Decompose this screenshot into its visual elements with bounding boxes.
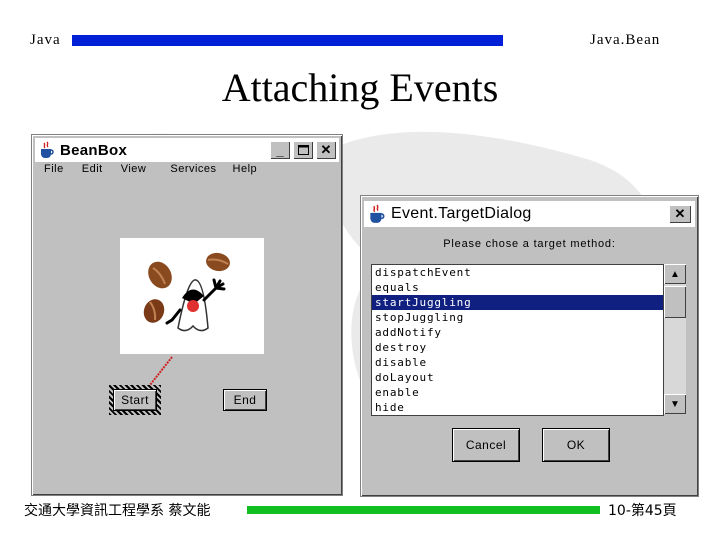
juggler-bean-image[interactable]	[120, 238, 264, 354]
list-item[interactable]: disable	[372, 355, 663, 370]
beanbox-titlebar[interactable]: BeanBox _ ✕	[35, 138, 339, 162]
list-item[interactable]: startJuggling	[372, 295, 663, 310]
header-rule	[72, 35, 503, 46]
beanbox-menubar: File Edit View Services Help	[36, 163, 338, 179]
start-button[interactable]: Start	[114, 390, 156, 410]
beanbox-window: BeanBox _ ✕ File Edit View Services Help…	[31, 134, 343, 496]
list-item[interactable]: doLayout	[372, 370, 663, 385]
header-right-label: Java.Bean	[590, 32, 661, 48]
menu-edit[interactable]: Edit	[82, 163, 103, 179]
close-icon[interactable]: ✕	[316, 141, 336, 159]
list-item[interactable]: dispatchEvent	[372, 265, 663, 280]
minimize-icon[interactable]: _	[270, 141, 290, 159]
menu-file[interactable]: File	[44, 163, 64, 179]
scroll-thumb[interactable]	[664, 286, 686, 318]
list-item[interactable]: enable	[372, 385, 663, 400]
maximize-icon[interactable]	[293, 141, 313, 159]
event-connection-line	[149, 356, 173, 386]
java-cup-icon	[370, 204, 385, 223]
slide-title: Attaching Events	[221, 65, 499, 110]
list-scrollbar[interactable]: ▲ ▼	[664, 264, 686, 414]
footer-page-number: 10-第45頁	[608, 503, 677, 519]
list-item[interactable]: stopJuggling	[372, 310, 663, 325]
menu-view[interactable]: View	[121, 163, 147, 179]
target-method-list[interactable]: dispatchEvent equals startJuggling stopJugg…	[371, 264, 664, 416]
list-item[interactable]: equals	[372, 280, 663, 295]
dialog-prompt: Please chose a target method:	[443, 238, 616, 250]
java-cup-icon	[41, 141, 54, 158]
header-left-label: Java	[30, 32, 61, 48]
end-button[interactable]: End	[224, 390, 266, 410]
menu-help[interactable]: Help	[233, 163, 258, 179]
footer-left-label: 交通大學資訊工程學系 蔡文能	[24, 503, 211, 519]
scroll-up-icon[interactable]: ▲	[664, 264, 686, 284]
dialog-titlebar[interactable]: Event.TargetDialog ✕	[364, 201, 695, 227]
list-item[interactable]: hide	[372, 400, 663, 415]
dialog-title: Event.TargetDialog	[391, 205, 532, 222]
beanbox-title: BeanBox	[60, 141, 128, 159]
ok-button[interactable]: OK	[543, 429, 609, 461]
event-target-dialog: Event.TargetDialog ✕ Please chose a targ…	[360, 195, 699, 497]
list-item[interactable]: addNotify	[372, 325, 663, 340]
menu-services[interactable]: Services	[170, 163, 216, 179]
list-item[interactable]: destroy	[372, 340, 663, 355]
close-icon[interactable]: ✕	[669, 205, 691, 223]
cancel-button[interactable]: Cancel	[453, 429, 519, 461]
scroll-down-icon[interactable]: ▼	[664, 394, 686, 414]
footer-rule	[247, 506, 600, 514]
